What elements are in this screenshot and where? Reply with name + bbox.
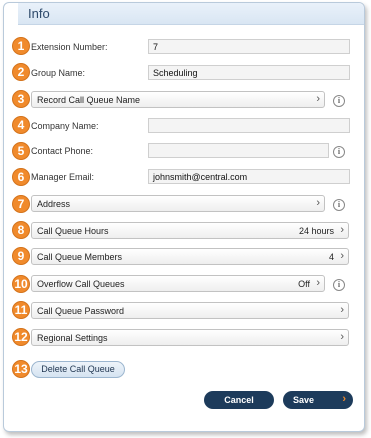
chevron-right-icon: ›	[342, 393, 346, 405]
step-badge-12: 12	[12, 328, 30, 346]
contact-phone-label: Contact Phone:	[31, 146, 94, 156]
call-queue-members-button[interactable]: Call Queue Members 4 ›	[31, 248, 349, 265]
company-name-label: Company Name:	[31, 121, 99, 131]
overflow-call-queues-button[interactable]: Overflow Call Queues Off ›	[31, 275, 325, 292]
step-badge-11: 11	[12, 301, 30, 319]
step-badge-13: 13	[12, 360, 30, 378]
group-name-label: Group Name:	[31, 68, 86, 78]
info-icon[interactable]: i	[333, 279, 345, 291]
call-queue-hours-button[interactable]: Call Queue Hours 24 hours ›	[31, 222, 349, 239]
manager-email-label: Manager Email:	[31, 172, 95, 182]
panel-title: Info	[28, 6, 50, 21]
panel-header: Info	[18, 3, 364, 25]
step-badge-6: 6	[12, 168, 30, 186]
step-badge-4: 4	[12, 116, 30, 134]
extension-number-label: Extension Number:	[31, 42, 108, 52]
chevron-right-icon: ›	[316, 93, 320, 105]
record-call-queue-name-button[interactable]: Record Call Queue Name ›	[31, 91, 325, 108]
step-badge-1: 1	[12, 37, 30, 55]
step-badge-2: 2	[12, 63, 30, 81]
info-icon[interactable]: i	[333, 95, 345, 107]
chevron-right-icon: ›	[340, 224, 344, 236]
chevron-right-icon: ›	[316, 277, 320, 289]
step-badge-8: 8	[12, 221, 30, 239]
info-icon[interactable]: i	[333, 199, 345, 211]
chevron-right-icon: ›	[316, 197, 320, 209]
overflow-call-queues-value: Off	[298, 279, 310, 289]
save-label: Save	[293, 395, 315, 405]
address-label: Address	[37, 199, 71, 209]
chevron-right-icon: ›	[340, 304, 344, 316]
call-queue-members-value: 4	[328, 252, 334, 262]
regional-settings-button[interactable]: Regional Settings ›	[31, 329, 349, 346]
info-icon[interactable]: i	[333, 146, 345, 158]
manager-email-field[interactable]: johnsmith@central.com	[148, 169, 350, 184]
call-queue-hours-value: 24 hours	[298, 226, 334, 236]
call-queue-password-button[interactable]: Call Queue Password ›	[31, 302, 349, 319]
step-badge-9: 9	[12, 247, 30, 265]
save-button[interactable]: Save ›	[283, 391, 353, 409]
call-queue-members-label: Call Queue Members	[37, 252, 123, 262]
overflow-call-queues-label: Overflow Call Queues	[37, 279, 125, 289]
step-badge-5: 5	[12, 142, 30, 160]
delete-call-queue-button[interactable]: Delete Call Queue	[31, 361, 125, 378]
chevron-right-icon: ›	[340, 250, 344, 262]
address-button[interactable]: Address ›	[31, 195, 325, 212]
step-badge-7: 7	[12, 195, 30, 213]
step-badge-10: 10	[12, 275, 30, 293]
contact-phone-field[interactable]	[148, 143, 329, 158]
call-queue-password-label: Call Queue Password	[37, 306, 125, 316]
group-name-field[interactable]: Scheduling	[148, 65, 350, 80]
step-badge-3: 3	[12, 90, 30, 108]
chevron-right-icon: ›	[340, 331, 344, 343]
cancel-button[interactable]: Cancel	[204, 391, 274, 409]
record-call-queue-name-label: Record Call Queue Name	[37, 95, 141, 105]
call-queue-hours-label: Call Queue Hours	[37, 226, 109, 236]
extension-number-field[interactable]: 7	[148, 39, 350, 54]
info-panel: Info 1 Extension Number: 7 2 Group Name:…	[3, 2, 365, 432]
company-name-field[interactable]	[148, 118, 350, 133]
regional-settings-label: Regional Settings	[37, 333, 108, 343]
